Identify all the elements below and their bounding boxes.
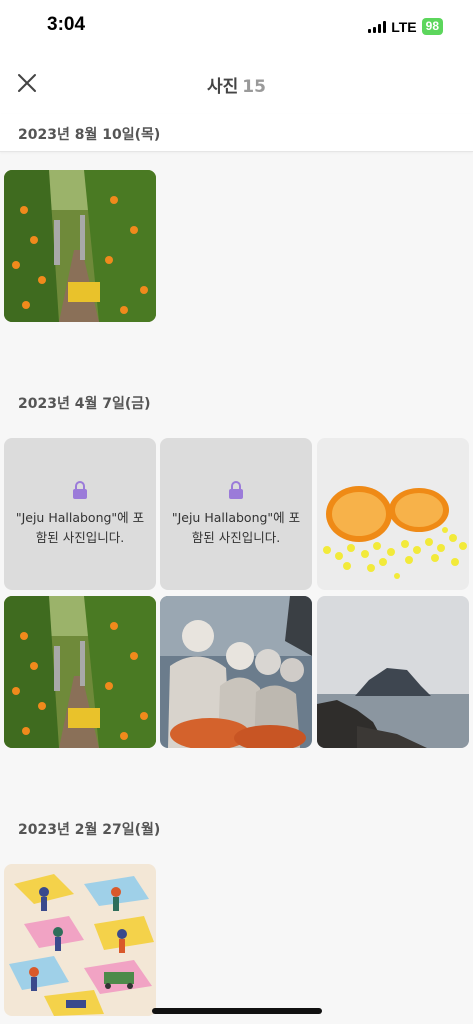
locked-photo[interactable]: "Jeju Hallabong"에 포 함된 사진입니다. bbox=[4, 438, 156, 590]
battery-icon: 98 bbox=[421, 18, 443, 35]
locked-text-line: "Jeju Hallabong"에 포 bbox=[15, 510, 145, 525]
lock-icon bbox=[229, 481, 243, 499]
date-label: 2023년 2월 27일(월) bbox=[18, 822, 161, 838]
sliced-orange-photo bbox=[317, 438, 469, 590]
haenyeo-women-photo bbox=[160, 596, 312, 748]
photo-thumbnail[interactable] bbox=[4, 170, 156, 322]
orange-orchard-photo bbox=[4, 596, 156, 748]
page-title: 사진 15 bbox=[0, 72, 473, 97]
status-bar: 3:04 LTE 98 bbox=[0, 0, 473, 52]
locked-photo[interactable]: "Jeju Hallabong"에 포 함된 사진입니다. bbox=[160, 438, 312, 590]
photo-thumbnail[interactable] bbox=[4, 596, 156, 748]
locked-photo-text: "Jeju Hallabong"에 포 함된 사진입니다. bbox=[170, 508, 302, 548]
locked-text-line: "Jeju Hallabong"에 포 bbox=[171, 510, 301, 525]
photo-thumbnail[interactable] bbox=[160, 596, 312, 748]
photo-thumbnail[interactable] bbox=[317, 596, 469, 748]
header: 사진 15 bbox=[0, 52, 473, 114]
photo-thumbnail[interactable] bbox=[4, 864, 156, 1016]
illustration-photo bbox=[4, 864, 156, 1016]
locked-photo-text: "Jeju Hallabong"에 포 함된 사진입니다. bbox=[14, 508, 146, 548]
orange-orchard-photo bbox=[4, 170, 156, 322]
date-header-sticky: 2023년 8월 10일(목) bbox=[0, 114, 473, 152]
locked-text-line: 함된 사진입니다. bbox=[35, 530, 125, 545]
status-indicators: LTE 98 bbox=[368, 18, 443, 35]
locked-text-line: 함된 사진입니다. bbox=[191, 530, 281, 545]
page-title-text: 사진 bbox=[207, 77, 239, 97]
island-sea-photo bbox=[317, 596, 469, 748]
photo-count: 15 bbox=[242, 77, 266, 97]
home-indicator bbox=[152, 1008, 322, 1014]
lock-icon bbox=[73, 481, 87, 499]
signal-icon bbox=[368, 20, 387, 33]
photo-thumbnail[interactable] bbox=[317, 438, 469, 590]
status-time: 3:04 bbox=[47, 14, 86, 35]
date-label: 2023년 4월 7일(금) bbox=[18, 396, 151, 412]
date-label: 2023년 8월 10일(목) bbox=[18, 127, 161, 143]
network-label: LTE bbox=[391, 18, 417, 35]
